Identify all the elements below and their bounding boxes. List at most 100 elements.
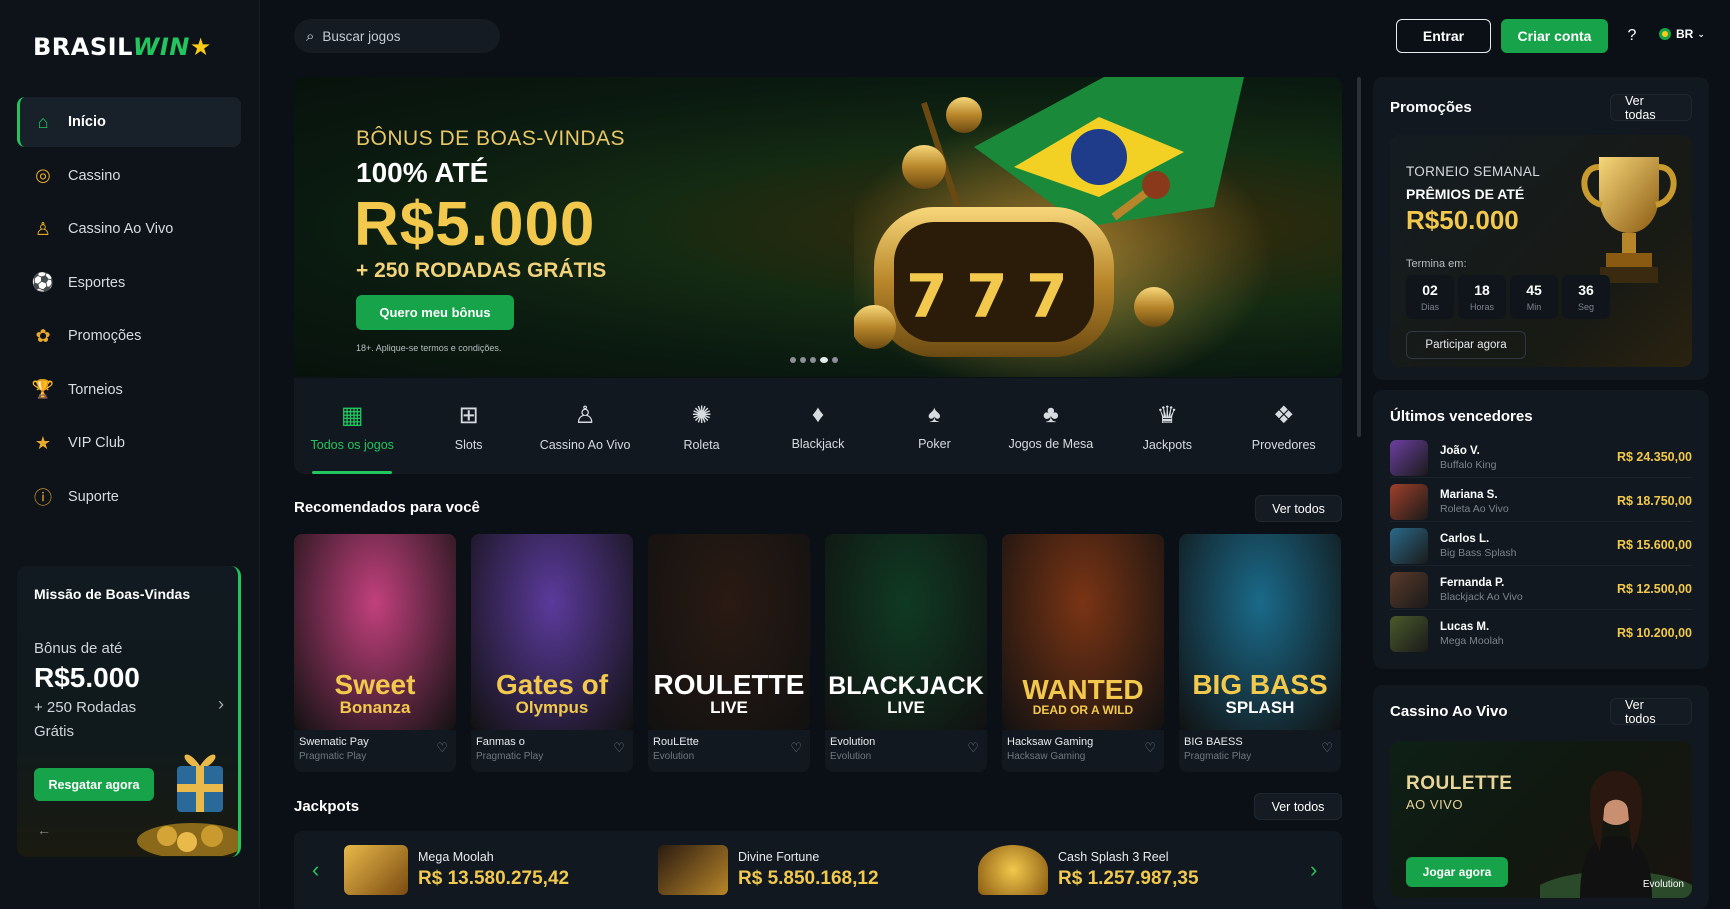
game-thumbnail[interactable]: BIG BASS SPLASH: [1179, 534, 1341, 730]
language-selector[interactable]: BR ⌄: [1659, 27, 1705, 41]
providers-icon: ❖: [1272, 401, 1295, 429]
trophy-icon: 🏆: [31, 379, 55, 399]
sidebar-item-vip-club[interactable]: ★ VIP Club: [17, 418, 241, 468]
winner-row[interactable]: Lucas M. Mega Moolah R$ 10.200,00: [1390, 614, 1692, 654]
tab-todos-os-jogos[interactable]: ▦ Todos os jogos: [294, 378, 410, 474]
tab-blackjack[interactable]: ♦ Blackjack: [760, 378, 876, 474]
slot-machine-illustration: 777: [854, 77, 1274, 377]
sidebar-item-torneios[interactable]: 🏆 Torneios: [17, 365, 241, 415]
heart-icon[interactable]: ♡: [436, 740, 448, 756]
arrow-left-icon[interactable]: ←: [37, 822, 51, 838]
promotions-panel: Promoções Ver todas TORNEIO SEMANAL PRÊM…: [1373, 77, 1709, 380]
heart-icon[interactable]: ♡: [967, 740, 979, 756]
welcome-mission-card[interactable]: Missão de Boas-Vindas Bônus de até R$5.0…: [17, 566, 241, 857]
main-scrollbar[interactable]: [1357, 77, 1361, 437]
winner-amount: R$ 10.200,00: [1616, 626, 1692, 640]
sidebar-item-label: Cassino: [68, 167, 121, 184]
live-dealer-image: [1540, 771, 1692, 898]
game-thumbnail[interactable]: ROULETTE LIVE: [648, 534, 810, 730]
play-now-button[interactable]: Jogar agora: [1406, 857, 1508, 887]
winner-row[interactable]: Fernanda P. Blackjack Ao Vivo R$ 12.500,00: [1390, 570, 1692, 610]
support-icon: ⓘ: [34, 487, 52, 508]
game-art-line1: ROULETTE: [653, 669, 805, 700]
game-name: Fanmas o: [476, 736, 525, 748]
game-provider: Hacksaw Gaming: [1007, 751, 1086, 762]
carousel-dot[interactable]: [820, 357, 828, 363]
jackpot-value: R$ 1.257.987,35: [1058, 868, 1199, 889]
heart-icon[interactable]: ♡: [613, 740, 625, 756]
claim-now-button[interactable]: Resgatar agora: [34, 768, 154, 801]
jackpots-see-all-button[interactable]: Ver todos: [1254, 793, 1342, 820]
heart-icon[interactable]: ♡: [790, 740, 802, 756]
countdown-number: 45: [1526, 282, 1542, 298]
winner-row[interactable]: Mariana S. Roleta Ao Vivo R$ 18.750,00: [1390, 482, 1692, 522]
tournament-card[interactable]: TORNEIO SEMANAL PRÊMIOS DE ATÉ R$50.000 …: [1390, 135, 1692, 367]
sidebar-item-promo-es[interactable]: ✿ Promoções: [17, 311, 241, 361]
heart-icon[interactable]: ♡: [1321, 740, 1333, 756]
sidebar-item-in-cio[interactable]: ⌂ Início: [17, 97, 241, 147]
tab-cassino-ao-vivo[interactable]: ♙ Cassino Ao Vivo: [527, 378, 643, 474]
game-thumbnail[interactable]: Sweet Bonanza: [294, 534, 456, 730]
countdown-timer: 02 Dias 18 Horas 45 Min 36 Seg: [1406, 275, 1610, 319]
hero-kicker: BÔNUS DE BOAS-VINDAS: [356, 127, 626, 150]
game-card[interactable]: ROULETTE LIVE RouLEtte Evolution ♡: [648, 534, 810, 772]
winner-name: Lucas M.: [1440, 621, 1490, 633]
game-meta: Evolution Evolution ♡: [825, 730, 987, 772]
promotions-see-all-button[interactable]: Ver todas: [1610, 94, 1692, 122]
login-button[interactable]: Entrar: [1396, 19, 1491, 53]
chevron-right-icon[interactable]: ›: [218, 694, 224, 715]
chevron-right-icon[interactable]: ›: [1310, 857, 1317, 883]
search-input[interactable]: [322, 28, 483, 44]
tab-jogos-de-mesa[interactable]: ♣ Jogos de Mesa: [993, 378, 1109, 474]
signup-button[interactable]: Criar conta: [1501, 19, 1608, 53]
tournament-subtitle: PRÊMIOS DE ATÉ: [1406, 186, 1525, 202]
recommended-see-all-button[interactable]: Ver todos: [1255, 495, 1342, 522]
game-thumbnail[interactable]: Gates of Olympus: [471, 534, 633, 730]
game-thumbnail[interactable]: BLACKJACK LIVE: [825, 534, 987, 730]
hero-spins: + 250 RODADAS GRÁTIS: [356, 259, 607, 282]
winner-row[interactable]: Carlos L. Big Bass Splash R$ 15.600,00: [1390, 526, 1692, 566]
category-label: Jackpots: [1142, 437, 1192, 452]
game-art-title: ROULETTE LIVE: [653, 669, 805, 717]
sidebar-item-suporte[interactable]: ⓘ Suporte: [17, 472, 241, 522]
winner-row[interactable]: João V. Buffalo King R$ 24.350,00: [1390, 438, 1692, 478]
sidebar-item-cassino-ao-vivo[interactable]: ♙ Cassino Ao Vivo: [17, 204, 241, 254]
heart-icon[interactable]: ♡: [1144, 740, 1156, 756]
logo-text-win: WIN: [132, 33, 190, 61]
jackpot-item[interactable]: Mega Moolah R$ 13.580.275,42: [344, 845, 569, 895]
carousel-dot[interactable]: [790, 357, 796, 363]
carousel-dot[interactable]: [832, 357, 838, 363]
join-now-button[interactable]: Participar agora: [1406, 331, 1526, 359]
search-bar[interactable]: ⌕: [294, 19, 500, 53]
sidebar-item-label: Cassino Ao Vivo: [68, 221, 174, 237]
claim-bonus-button[interactable]: Quero meu bônus: [356, 295, 514, 330]
sidebar-item-cassino[interactable]: ◎ Cassino: [17, 151, 241, 201]
tab-roleta[interactable]: ✺ Roleta: [643, 378, 759, 474]
winner-amount: R$ 12.500,00: [1616, 582, 1692, 596]
winner-game: Roleta Ao Vivo: [1440, 502, 1509, 515]
brand-logo[interactable]: BRASILWIN★: [33, 33, 212, 61]
help-icon[interactable]: ?: [1619, 23, 1645, 49]
tab-poker[interactable]: ♠ Poker: [876, 378, 992, 474]
jackpot-item[interactable]: Divine Fortune R$ 5.850.168,12: [658, 845, 879, 895]
live-roulette-card[interactable]: ROULETTE AO VIVO Jogar agora Evolution: [1390, 741, 1692, 898]
game-card[interactable]: WANTED DEAD OR A WILD Hacksaw Gaming Hacksa…: [1002, 534, 1164, 772]
game-card[interactable]: BIG BASS SPLASH BIG BAESS Pragmatic Play ♡: [1179, 534, 1341, 772]
game-card[interactable]: BLACKJACK LIVE Evolution Evolution ♡: [825, 534, 987, 772]
chevron-left-icon[interactable]: ‹: [312, 857, 319, 883]
tab-slots[interactable]: ⊞ Slots: [410, 378, 526, 474]
game-provider: Pragmatic Play: [1184, 751, 1252, 762]
live-casino-see-all-button[interactable]: Ver todos: [1610, 698, 1692, 726]
live-card-title: ROULETTE: [1406, 773, 1513, 794]
game-card[interactable]: Gates of Olympus Fanmas o Pragmatic Play ♡: [471, 534, 633, 772]
hero-banner[interactable]: BÔNUS DE BOAS-VINDAS 100% ATÉ R$5.000 + …: [294, 77, 1342, 377]
carousel-dot[interactable]: [810, 357, 816, 363]
carousel-dot[interactable]: [800, 357, 806, 363]
tab-jackpots[interactable]: ♛ Jackpots: [1109, 378, 1225, 474]
sidebar-item-esportes[interactable]: ⚽ Esportes: [17, 258, 241, 308]
game-thumbnail[interactable]: WANTED DEAD OR A WILD: [1002, 534, 1164, 730]
tab-provedores[interactable]: ❖ Provedores: [1226, 378, 1342, 474]
winner-game: Big Bass Splash: [1440, 546, 1517, 559]
game-card[interactable]: Sweet Bonanza Swematic Pay Pragmatic Play ♡: [294, 534, 456, 772]
jackpot-item[interactable]: Cash Splash 3 Reel R$ 1.257.987,35: [978, 845, 1199, 895]
